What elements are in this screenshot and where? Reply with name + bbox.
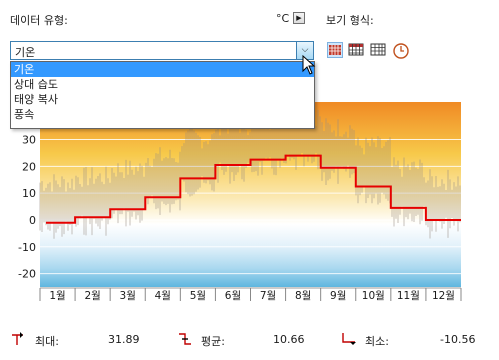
data-type-dropdown-list: 기온 상대 습도 태양 복사 풍속 [10,61,315,129]
dropdown-option-temperature[interactable]: 기온 [11,62,314,77]
average-value: 10.66 [273,333,305,346]
dropdown-option-humidity[interactable]: 상대 습도 [11,77,314,92]
y-tick-label: -20 [18,268,36,281]
combo-selected-value: 기온 [15,46,36,59]
x-tick-label: 9월 [330,290,346,302]
min-icon [342,333,356,345]
mouse-cursor-icon [302,55,316,75]
dropdown-option-solar-radiation[interactable]: 태양 복사 [11,92,314,107]
chevron-down-icon: ⌵ [301,45,309,55]
x-tick-label: 7월 [260,290,276,302]
x-tick-label: 11월 [397,290,420,302]
y-tick-label: 20 [22,160,36,173]
y-tick-label: -10 [18,241,36,254]
max-label: 최대: [35,335,59,348]
data-type-combobox[interactable]: 기온 ⌵ [10,41,314,60]
x-tick-label: 4월 [155,290,171,302]
x-tick-label: 5월 [190,290,206,302]
y-tick-label: 30 [22,134,36,147]
x-tick-label: 2월 [84,290,100,302]
dropdown-option-wind-speed[interactable]: 풍속 [11,107,314,122]
min-label: 최소: [365,335,389,348]
y-tick-label: 0 [29,214,36,227]
x-tick-label: 12월 [432,290,455,302]
y-tick-label: 10 [22,187,36,200]
average-icon [179,333,191,345]
x-tick-label: 3월 [120,290,136,302]
x-tick-label: 10월 [362,290,385,302]
x-tick-label: 1월 [49,290,65,302]
max-icon [12,332,23,345]
max-value: 31.89 [108,333,140,346]
x-tick-label: 8월 [295,290,311,302]
min-value: -10.56 [440,333,476,346]
x-tick-label: 6월 [225,290,241,302]
average-label: 평균: [201,335,225,348]
